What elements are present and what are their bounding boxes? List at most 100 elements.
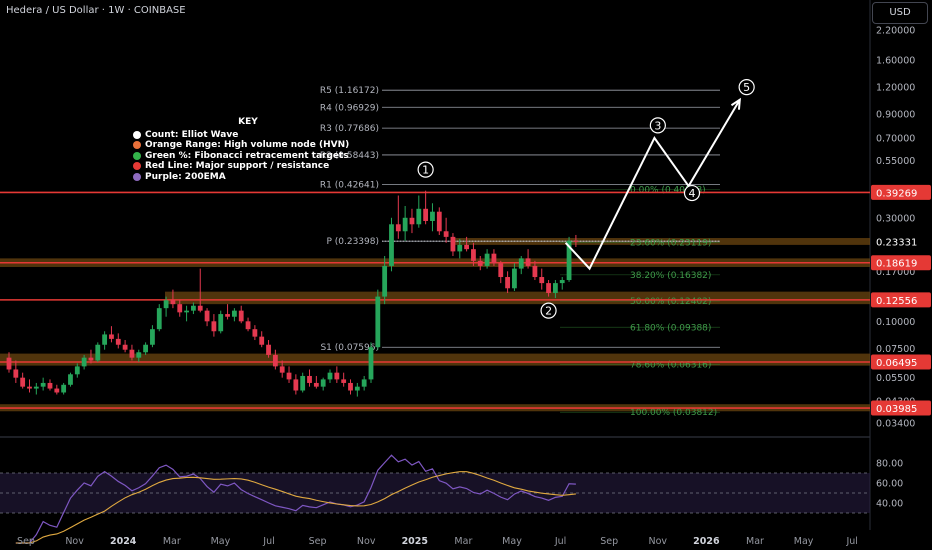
price-tick-label: 0.10000 — [876, 317, 915, 328]
candle-body — [95, 344, 101, 361]
candle-body — [491, 253, 497, 264]
key-item-label: Purple: 200EMA — [145, 171, 226, 182]
candle-body — [109, 334, 114, 339]
key-title: KEY — [238, 117, 258, 127]
candle-body — [20, 377, 26, 387]
time-tick-label: Mar — [746, 536, 764, 547]
candle-body — [546, 283, 551, 294]
pivot-label: R1 (0.42641) — [320, 181, 379, 191]
candle-body — [286, 372, 292, 380]
candle-body — [375, 296, 381, 348]
currency-button[interactable]: USD — [872, 2, 928, 24]
time-axis: Sep Nov 2024 Mar May Jul Sep Nov 2025 Mar May Jul Se… — [17, 536, 858, 547]
wave-label: 1 — [422, 164, 429, 177]
candle-body — [33, 386, 39, 389]
dot-icon — [133, 141, 141, 150]
candle-body — [382, 265, 388, 297]
price-tick-label: 1.20000 — [876, 83, 915, 94]
rsi-tick-label: 60.00 — [876, 479, 903, 490]
candle-body — [81, 357, 87, 367]
candle-body — [573, 240, 579, 242]
time-tick-label: May — [794, 536, 814, 547]
candle-body — [457, 244, 463, 252]
key-item-label: Green %: Fibonacci retracement targets — [145, 150, 349, 161]
candle-body — [559, 280, 565, 284]
candle-body — [450, 236, 456, 252]
candle-body — [27, 386, 32, 389]
candle-body — [170, 300, 176, 305]
time-tick-label: Nov — [357, 536, 376, 547]
candle-body — [218, 314, 224, 332]
candle-body — [518, 258, 524, 269]
candle-body — [150, 329, 155, 345]
candle-body — [313, 382, 319, 387]
wave-labels: 1 2 3 4 5 — [417, 79, 755, 319]
price-tag-label: 0.39269 — [876, 188, 917, 199]
time-tick-label: Sep — [17, 536, 35, 547]
candle-body — [320, 379, 326, 387]
key-item: Purple: 200EMA — [133, 172, 363, 183]
candle-body — [266, 344, 271, 355]
price-axis: 2.20000 1.60000 1.20000 0.90000 0.70000 0.550… — [871, 26, 931, 430]
rsi-panel: 80.00 60.00 40.00 — [0, 454, 903, 544]
time-tick-label: Nov — [65, 536, 84, 547]
candle-body — [512, 268, 517, 289]
price-tag-label: 0.23331 — [876, 237, 917, 248]
dot-icon — [133, 151, 141, 160]
dot-icon — [133, 162, 141, 171]
candle-body — [395, 224, 401, 232]
candle-body — [477, 260, 483, 266]
candle-body — [163, 300, 169, 309]
candle-body — [252, 329, 258, 337]
candle-body — [211, 321, 217, 332]
candle-body — [238, 310, 244, 322]
candle-body — [47, 382, 53, 389]
candle-body — [115, 338, 121, 345]
price-tick-label: 0.70000 — [876, 133, 915, 144]
candle-body — [505, 277, 510, 289]
fib-label: 23.60% (0.23119) — [630, 238, 711, 248]
price-tag-label: 0.03985 — [876, 404, 917, 415]
candle-body — [436, 211, 442, 232]
time-tick-label: Mar — [163, 536, 181, 547]
candle-body — [272, 354, 278, 367]
price-chart[interactable]: R5 (1.16172)R4 (0.96929)R3 (0.77686)R2 (… — [0, 0, 932, 550]
candle-body — [191, 305, 196, 311]
candle-body — [553, 283, 558, 294]
candle-body — [259, 336, 265, 345]
price-tick-label: 1.60000 — [876, 56, 915, 67]
key-item: Count: Elliot Wave — [133, 130, 363, 141]
key-item-label: Orange Range: High volume node (HVN) — [145, 140, 350, 150]
hvn-zone — [165, 291, 870, 305]
candle-body — [423, 208, 429, 221]
price-tick-label: 0.05500 — [876, 373, 915, 384]
wave-label: 4 — [689, 187, 696, 200]
candle-body — [156, 308, 162, 330]
key-item: Orange Range: High volume node (HVN) — [133, 140, 363, 151]
candle-body — [136, 352, 142, 358]
candle-body — [416, 208, 422, 225]
candle-body — [361, 379, 367, 387]
key-item-label: Count: Elliot Wave — [145, 129, 239, 140]
price-tick-label: 0.07500 — [876, 344, 915, 355]
candle-body — [334, 372, 340, 380]
candle-body — [102, 334, 108, 345]
candle-body — [307, 375, 312, 383]
price-tick-label: 2.20000 — [876, 26, 915, 37]
candle-body — [327, 372, 333, 380]
fib-label: 100.00% (0.03812) — [630, 408, 717, 418]
candle-body — [348, 382, 353, 391]
time-tick-label: Jul — [845, 536, 857, 547]
candle-body — [354, 386, 360, 391]
ema-line — [9, 300, 576, 377]
candle-body — [204, 310, 210, 322]
time-tick-label: 2026 — [693, 536, 720, 547]
candle-body — [402, 217, 408, 232]
time-tick-label: May — [502, 536, 522, 547]
chart-title: Hedera / US Dollar · 1W · COINBASE — [6, 5, 186, 16]
dot-icon — [133, 172, 141, 181]
pivot-label: R4 (0.96929) — [320, 103, 379, 113]
dot-icon — [133, 130, 141, 139]
candle-body — [525, 258, 531, 266]
fib-label: 61.80% (0.09388) — [630, 323, 711, 333]
